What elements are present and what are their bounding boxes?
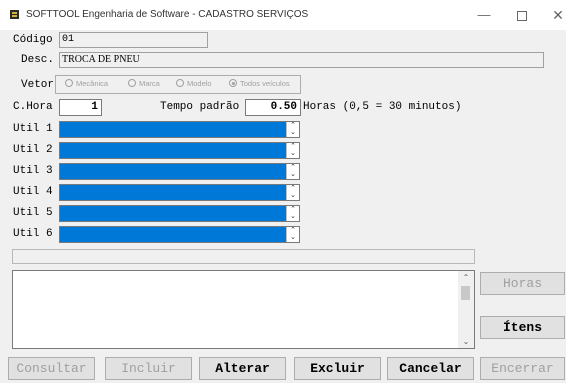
app-icon [10,10,19,19]
vetor-group: Mecânica Marca Modelo Todos veículos [55,75,301,94]
maximize-icon [517,11,527,21]
radio-mecanica[interactable]: Mecânica [65,79,108,88]
radio-label: Marca [139,79,160,88]
codigo-field[interactable]: 01 [59,32,208,48]
maximize-button[interactable] [508,6,536,24]
util4-label: Util 4 [13,186,53,198]
util3-label: Util 3 [13,165,53,177]
vetor-label: Vetor [21,79,55,91]
tempo-label: Tempo padrão [160,101,240,113]
radio-label: Todos veículos [240,79,290,88]
util3-combo[interactable]: ⌃ ⌄ [59,163,300,180]
consultar-button[interactable]: Consultar [8,357,95,380]
combo-spin-icon[interactable]: ⌃ ⌄ [286,164,299,179]
window-title: SOFTTOOL Engenharia de Software - CADAST… [26,9,309,20]
excluir-button[interactable]: Excluir [294,357,381,380]
radio-circle-icon [128,79,136,87]
radio-circle-icon [65,79,73,87]
combo-spin-icon[interactable]: ⌃ ⌄ [286,143,299,158]
desc-field[interactable]: TROCA DE PNEU [59,52,544,68]
alterar-button[interactable]: Alterar [199,357,286,380]
horas-note: Horas (0,5 = 30 minutos) [303,101,462,113]
radio-marca[interactable]: Marca [128,79,160,88]
incluir-button[interactable]: Incluir [105,357,192,380]
scroll-up-icon[interactable]: ⌃ [458,273,474,282]
scroll-thumb[interactable] [461,286,470,300]
radio-circle-icon [176,79,184,87]
util1-combo[interactable]: ⌃ ⌄ [59,121,300,138]
itens-button[interactable]: Ítens [480,316,565,339]
util5-combo[interactable]: ⌃ ⌄ [59,205,300,222]
radio-selected-icon [229,79,237,87]
memo-scrollbar[interactable]: ⌃ ⌄ [458,271,474,348]
minimize-button[interactable]: — [470,6,498,24]
encerrar-button[interactable]: Encerrar [480,357,565,380]
combo-spin-icon[interactable]: ⌃ ⌄ [286,122,299,137]
cancelar-button[interactable]: Cancelar [387,357,474,380]
close-button[interactable]: ✕ [544,6,566,24]
desc-label: Desc. [21,54,55,66]
memo-textarea[interactable]: ⌃ ⌄ [12,270,475,349]
util2-label: Util 2 [13,144,53,156]
radio-label: Modelo [187,79,212,88]
horas-button[interactable]: Horas [480,272,565,295]
scroll-down-icon[interactable]: ⌄ [458,337,474,346]
util6-label: Util 6 [13,228,53,240]
util1-label: Util 1 [13,123,53,135]
util5-label: Util 5 [13,207,53,219]
title-bar: SOFTTOOL Engenharia de Software - CADAST… [0,0,566,30]
tempo-input[interactable]: 0.50 [245,99,301,116]
combo-spin-icon[interactable]: ⌃ ⌄ [286,227,299,242]
util4-combo[interactable]: ⌃ ⌄ [59,184,300,201]
radio-modelo[interactable]: Modelo [176,79,212,88]
chora-label: C.Hora [13,101,53,113]
codigo-label: Código [13,34,53,46]
status-bar [12,249,475,264]
chora-input[interactable]: 1 [59,99,102,116]
util2-combo[interactable]: ⌃ ⌄ [59,142,300,159]
radio-label: Mecânica [76,79,109,88]
combo-spin-icon[interactable]: ⌃ ⌄ [286,206,299,221]
radio-todos-veiculos[interactable]: Todos veículos [229,79,290,88]
util6-combo[interactable]: ⌃ ⌄ [59,226,300,243]
combo-spin-icon[interactable]: ⌃ ⌄ [286,185,299,200]
